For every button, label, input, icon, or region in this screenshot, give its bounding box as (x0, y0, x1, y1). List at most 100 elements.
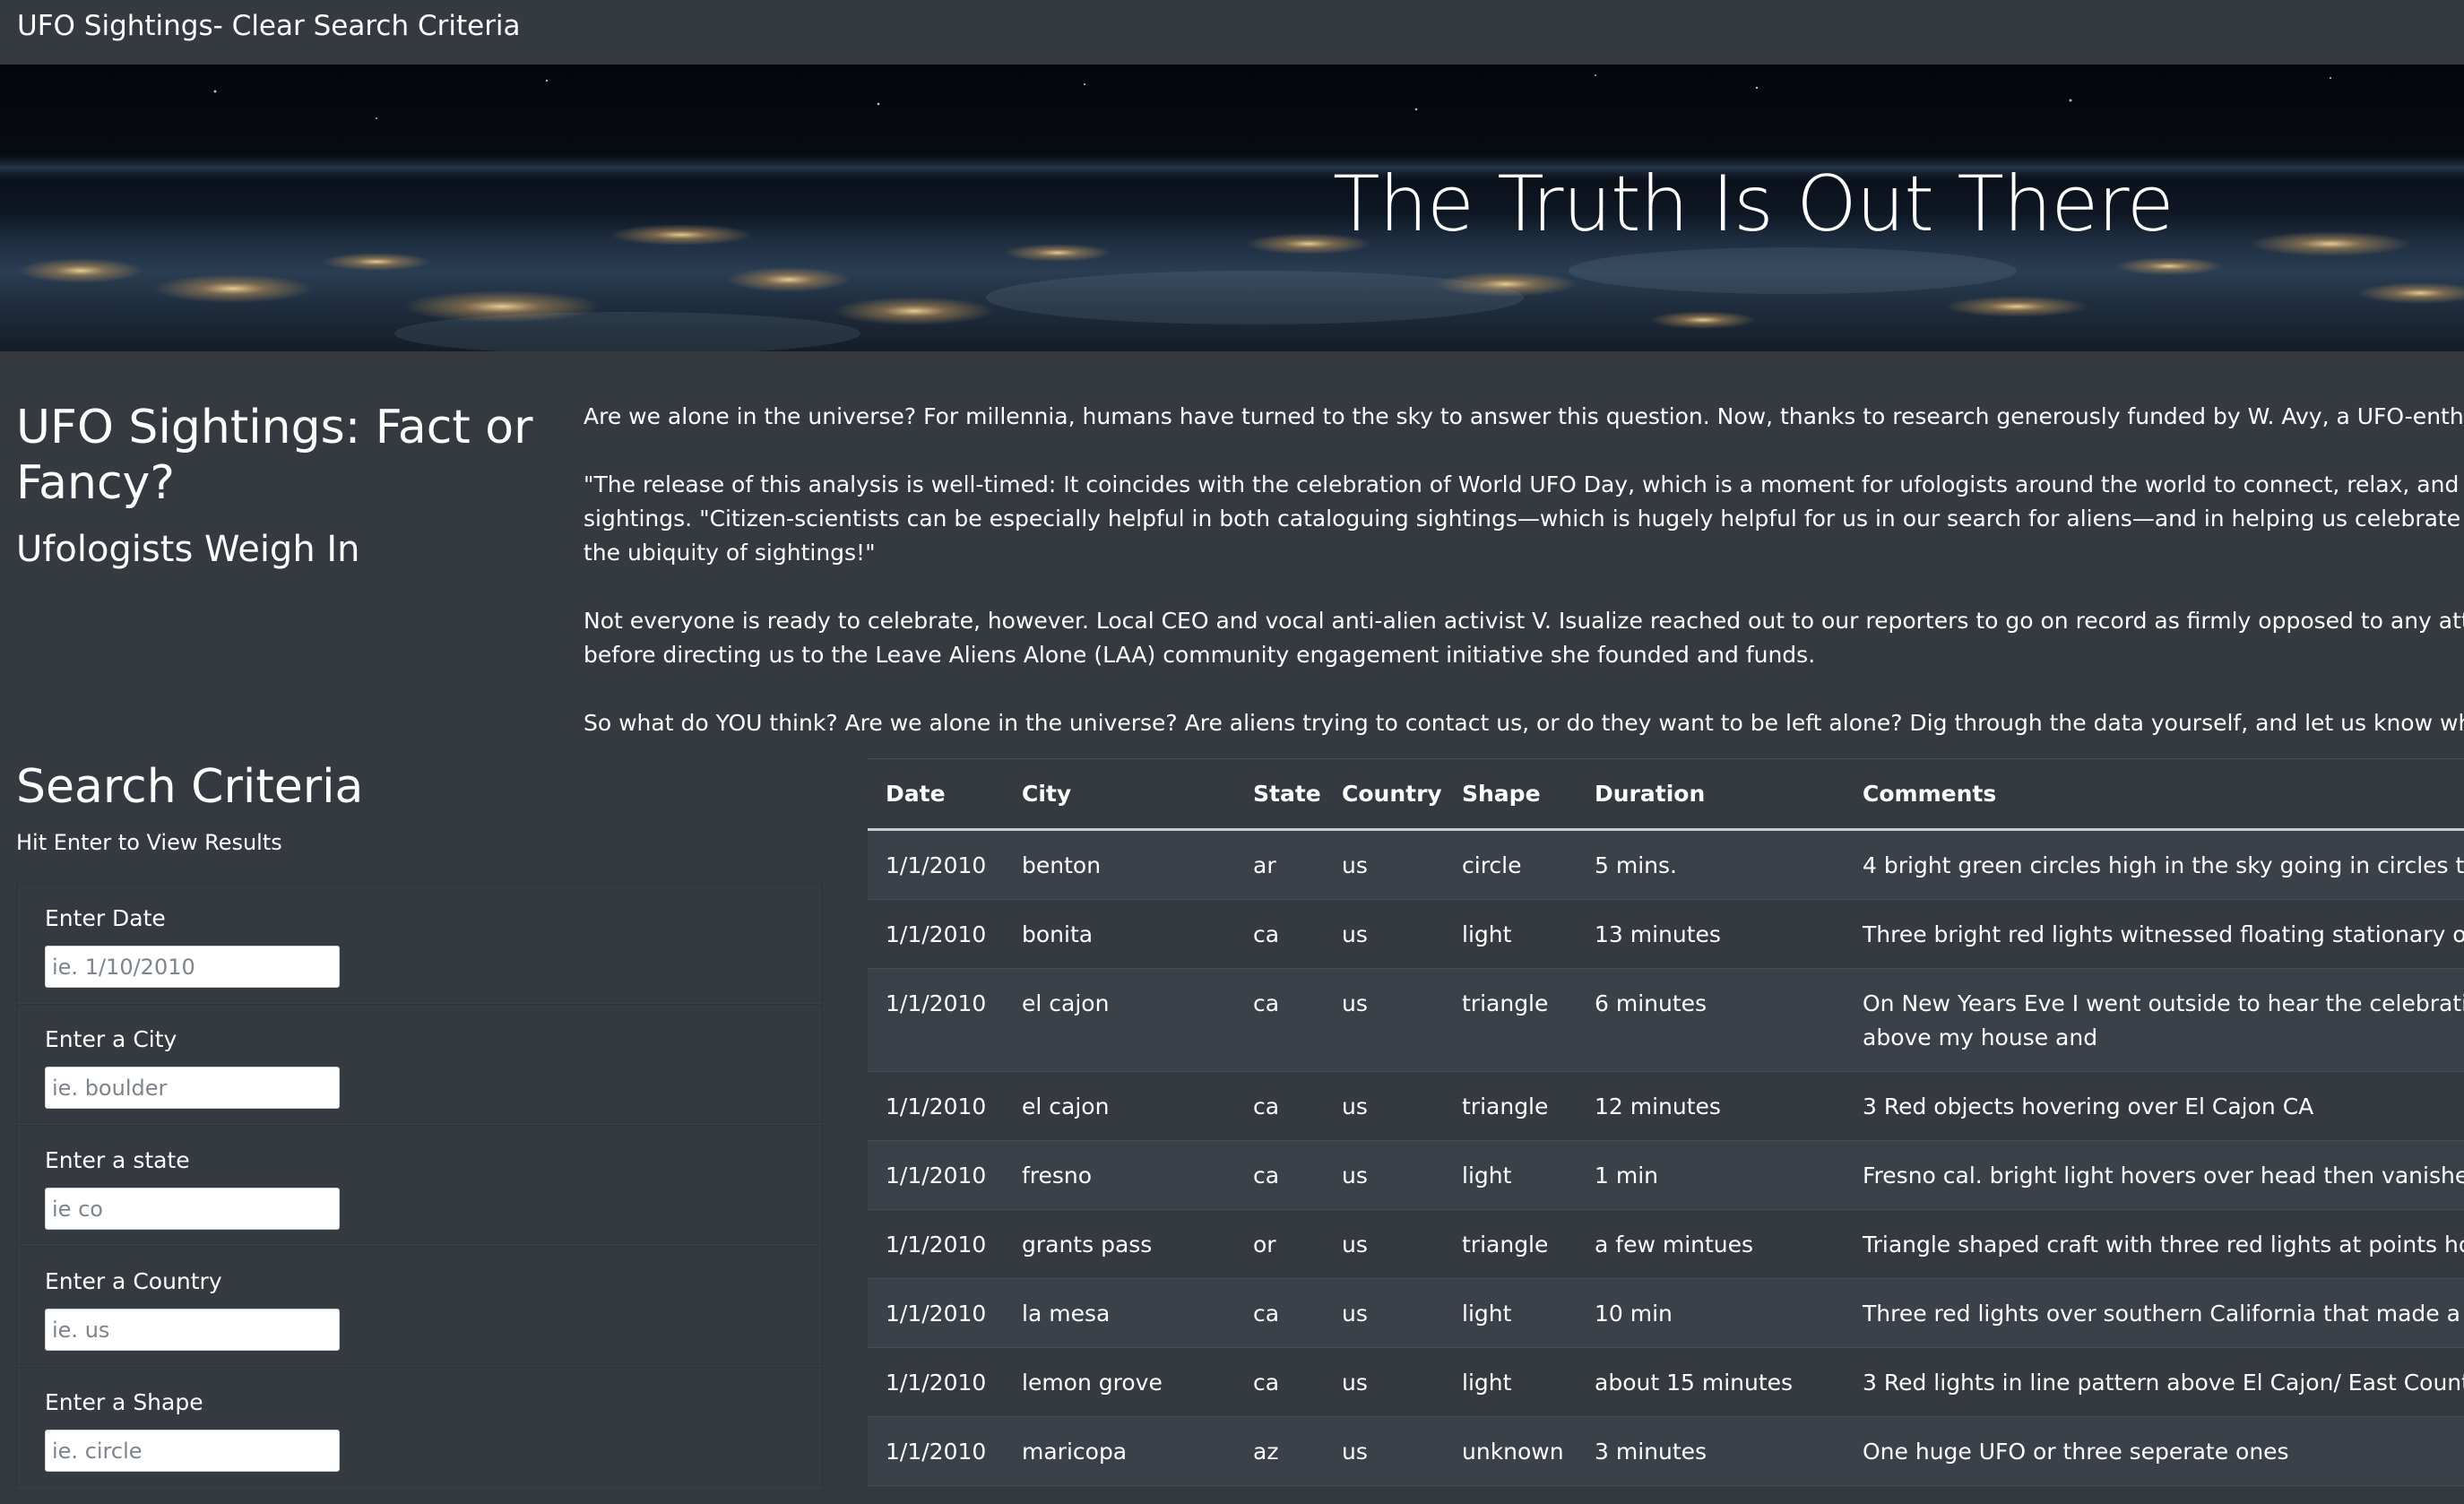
cell-comments: Three red lights over southern Californi… (1845, 1278, 2464, 1348)
cell-country: us (1324, 829, 1444, 900)
column-header-city: City (1004, 758, 1235, 831)
sightings-table: Date City State Country Shape Duration Comment… (868, 758, 2464, 1486)
article-paragraph: So what do YOU think? Are we alone in th… (584, 706, 2464, 740)
table-row: 1/1/2010 grants pass or us triangle a few min… (868, 1209, 2464, 1279)
cell-city: bonita (1004, 899, 1235, 969)
cell-state: or (1235, 1209, 1324, 1279)
cell-state: ca (1235, 1278, 1324, 1348)
cell-state: ca (1235, 899, 1324, 969)
cell-city: lemon grove (1004, 1347, 1235, 1417)
cell-city: benton (1004, 829, 1235, 900)
paragraph-line: sightings. "Citizen-scientists can be es… (584, 506, 2464, 532)
cell-comments: Triangle shaped craft with three red lig… (1845, 1209, 2464, 1279)
cell-date: 1/1/2010 (868, 1416, 1004, 1486)
filter-country: Enter a Country (16, 1246, 823, 1367)
cell-state: ca (1235, 1071, 1324, 1141)
cell-date: 1/1/2010 (868, 899, 1004, 969)
cell-country: us (1324, 1071, 1444, 1141)
cell-shape: triangle (1444, 1071, 1577, 1141)
cell-duration: a few mintues (1577, 1209, 1845, 1279)
paragraph-line: Not everyone is ready to celebrate, howe… (584, 608, 2464, 634)
cell-date: 1/1/2010 (868, 829, 1004, 900)
cell-city: el cajon (1004, 1071, 1235, 1141)
cell-shape: light (1444, 1278, 1577, 1348)
paragraph-line: the ubiquity of sightings!" (584, 540, 876, 566)
cell-duration: 5 mins. (1577, 829, 1845, 900)
cell-shape: light (1444, 1140, 1577, 1210)
cell-date: 1/1/2010 (868, 1140, 1004, 1210)
cell-date: 1/1/2010 (868, 1347, 1004, 1417)
date-input[interactable] (45, 946, 340, 988)
cell-comments: Three bright red lights witnessed floati… (1845, 899, 2464, 969)
article-title: UFO Sightings: Fact or Fancy? (16, 401, 533, 510)
search-criteria-title: Search Criteria (16, 760, 364, 814)
column-header-duration: Duration (1577, 758, 1845, 831)
cell-duration: 6 minutes (1577, 968, 1845, 1072)
cell-state: az (1235, 1416, 1324, 1486)
table-row: 1/1/2010 fresno ca us light 1 min Fresno cal. … (868, 1140, 2464, 1210)
cell-date: 1/1/2010 (868, 1278, 1004, 1348)
city-input[interactable] (45, 1067, 340, 1109)
cell-comments: 3 Red lights in line pattern above El Ca… (1845, 1347, 2464, 1417)
hero-title: The Truth Is Out There (1333, 160, 2174, 249)
cell-country: us (1324, 1209, 1444, 1279)
cell-comments: 4 bright green circles high in the sky g… (1845, 829, 2464, 900)
cell-state: ca (1235, 1347, 1324, 1417)
column-header-country: Country (1324, 758, 1444, 831)
cell-date: 1/1/2010 (868, 968, 1004, 1072)
cell-date: 1/1/2010 (868, 1209, 1004, 1279)
state-input[interactable] (45, 1188, 340, 1230)
cell-state: ca (1235, 968, 1324, 1072)
cell-comments: Fresno cal. bright light hovers over hea… (1845, 1140, 2464, 1210)
cell-state: ar (1235, 829, 1324, 900)
paragraph-line: "The release of this analysis is well-ti… (584, 471, 2464, 497)
article-paragraph: "The release of this analysis is well-ti… (584, 468, 2464, 570)
navbar: UFO Sightings- Clear Search Criteria (0, 0, 2464, 65)
country-input[interactable] (45, 1309, 340, 1351)
table-row: 1/1/2010 bonita ca us light 13 minutes Three b… (868, 899, 2464, 969)
table-row: 1/1/2010 el cajon ca us triangle 6 minutes On … (868, 968, 2464, 1072)
article-paragraph: Are we alone in the universe? For millen… (584, 400, 2464, 434)
table-row: 1/1/2010 la mesa ca us light 10 min Three red … (868, 1278, 2464, 1348)
filter-state: Enter a state (16, 1125, 823, 1246)
cell-shape: circle (1444, 829, 1577, 900)
filter-label: Enter a City (45, 1026, 177, 1052)
cell-country: us (1324, 899, 1444, 969)
cell-city: la mesa (1004, 1278, 1235, 1348)
cell-duration: about 15 minutes (1577, 1347, 1845, 1417)
cell-country: us (1324, 968, 1444, 1072)
filter-label: Enter a Country (45, 1268, 222, 1294)
cell-state: ca (1235, 1140, 1324, 1210)
filter-label: Enter Date (45, 905, 166, 931)
table-body: 1/1/2010 benton ar us circle 5 mins. 4 bright … (868, 829, 2464, 1486)
filter-shape: Enter a Shape (16, 1367, 823, 1488)
table-row: 1/1/2010 maricopa az us unknown 3 minutes One … (868, 1416, 2464, 1486)
cell-duration: 10 min (1577, 1278, 1845, 1348)
table-row: 1/1/2010 lemon grove ca us light about 15 min… (868, 1347, 2464, 1417)
cell-duration: 3 minutes (1577, 1416, 1845, 1486)
cell-city: maricopa (1004, 1416, 1235, 1486)
cell-country: us (1324, 1140, 1444, 1210)
filter-date: Enter Date (16, 883, 823, 1004)
cell-duration: 12 minutes (1577, 1071, 1845, 1141)
cell-shape: light (1444, 1347, 1577, 1417)
cell-country: us (1324, 1278, 1444, 1348)
article-paragraph: Not everyone is ready to celebrate, howe… (584, 604, 2464, 672)
search-hint: Hit Enter to View Results (16, 830, 282, 855)
table-row: 1/1/2010 el cajon ca us triangle 12 minutes 3 … (868, 1071, 2464, 1141)
cell-shape: light (1444, 899, 1577, 969)
paragraph-line: Are we alone in the universe? For millen… (584, 403, 2464, 429)
cell-country: us (1324, 1416, 1444, 1486)
shape-input[interactable] (45, 1430, 340, 1472)
column-header-shape: Shape (1444, 758, 1577, 831)
nav-brand-link[interactable]: UFO Sightings- Clear Search Criteria (17, 10, 521, 42)
article-body: Are we alone in the universe? For millen… (584, 400, 2464, 749)
filter-city: Enter a City (16, 1004, 823, 1125)
cell-city: el cajon (1004, 968, 1235, 1072)
cell-comments: 3 Red objects hovering over El Cajon CA (1845, 1071, 2464, 1141)
cell-shape: unknown (1444, 1416, 1577, 1486)
filter-list: Enter Date Enter a City Enter a state En… (16, 883, 823, 1488)
column-header-comments: Comments (1845, 758, 2464, 831)
article-subtitle: Ufologists Weigh In (16, 529, 360, 570)
table-header-row: Date City State Country Shape Duration Comment… (868, 758, 2464, 831)
